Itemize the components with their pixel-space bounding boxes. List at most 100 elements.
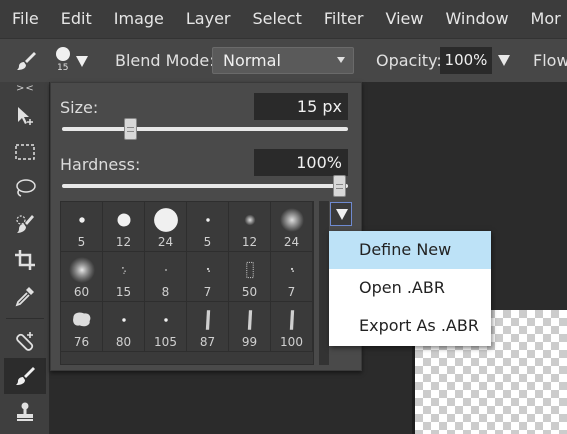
- menu-item-define-new[interactable]: Define New: [329, 231, 491, 269]
- bandage-icon: [16, 332, 34, 351]
- healing-tool[interactable]: [4, 324, 46, 360]
- toolbar-divider: [6, 318, 44, 319]
- menu-item-export-abr[interactable]: Export As .ABR: [329, 307, 491, 345]
- menu-select[interactable]: Select: [241, 0, 312, 38]
- brush-presets-grid: 5 12 24 5 12 24 60 15 8 7 50 7 76 80 105 87 99 100: [60, 201, 314, 365]
- eyedropper-tool[interactable]: [4, 278, 46, 314]
- brush-size-label: 8: [161, 285, 170, 299]
- brush-preset[interactable]: 5: [187, 202, 229, 252]
- brush-tool[interactable]: [4, 358, 46, 394]
- lasso-tool[interactable]: [4, 170, 46, 206]
- hardness-slider-track[interactable]: [62, 184, 348, 188]
- brush-preset[interactable]: 12: [229, 202, 271, 252]
- eyedropper-icon: [15, 287, 34, 307]
- brush-preset[interactable]: 15: [103, 252, 145, 302]
- brush-size-label: 5: [203, 235, 212, 249]
- size-input[interactable]: 15 px: [254, 93, 348, 120]
- menu-image[interactable]: Image: [103, 0, 175, 38]
- brush-preset[interactable]: 7: [187, 252, 229, 302]
- brush-size-label: 50: [241, 285, 258, 299]
- menu-edit[interactable]: Edit: [50, 0, 103, 38]
- hardness-slider-thumb[interactable]: [333, 175, 346, 197]
- blend-mode-label: Blend Mode:: [115, 51, 215, 70]
- lasso-icon: [16, 179, 36, 197]
- brush-size-label: 60: [73, 285, 90, 299]
- brush-size-label: 12: [241, 235, 258, 249]
- brush-preset[interactable]: 87: [187, 302, 229, 352]
- menu-layer[interactable]: Layer: [175, 0, 242, 38]
- menu-filter[interactable]: Filter: [313, 0, 375, 38]
- opacity-dropdown-icon[interactable]: [498, 55, 510, 66]
- brush-tip-icon: [153, 207, 179, 237]
- marquee-tool[interactable]: [4, 134, 46, 170]
- quick-select-tool[interactable]: [4, 206, 46, 242]
- hardness-label: Hardness:: [60, 155, 141, 174]
- brush-menu-button[interactable]: [330, 202, 352, 226]
- brush-size-label: 24: [283, 235, 300, 249]
- crop-icon: [15, 250, 35, 270]
- brush-settings-panel: Size: 15 px Hardness: 100% 5 12 24 5 12 24 60 1…: [50, 82, 362, 371]
- chevron-down-icon: [337, 57, 345, 63]
- brush-tip-icon: [195, 257, 221, 287]
- menu-item-open-abr[interactable]: Open .ABR: [329, 269, 491, 307]
- brush-preset-picker[interactable]: 15: [54, 47, 90, 77]
- brush-tip-icon: [279, 207, 305, 237]
- stamp-icon: [17, 402, 33, 421]
- stamp-tool[interactable]: [4, 394, 46, 430]
- brush-grid-scrollbar[interactable]: [319, 201, 329, 365]
- opacity-label: Opacity:: [376, 51, 442, 70]
- brush-preset[interactable]: 50: [229, 252, 271, 302]
- move-icon: [18, 107, 33, 125]
- brush-tip-icon: [111, 307, 137, 337]
- options-bar: 15 Blend Mode: Normal Opacity: 100% Flow: [0, 38, 567, 82]
- brush-tip-icon: [279, 307, 305, 337]
- brush-preset[interactable]: 12: [103, 202, 145, 252]
- menu-view[interactable]: View: [374, 0, 434, 38]
- marquee-icon: [15, 144, 35, 160]
- move-tool[interactable]: [4, 98, 46, 134]
- brush-tip-icon: [153, 257, 179, 287]
- brush-size-label: 12: [115, 235, 132, 249]
- brush-preset[interactable]: 7: [271, 252, 313, 302]
- brush-size-label: 15: [115, 285, 132, 299]
- menu-more[interactable]: Mor: [520, 0, 567, 38]
- brush-preset[interactable]: 8: [145, 252, 187, 302]
- brush-preset[interactable]: 80: [103, 302, 145, 352]
- brush-preset[interactable]: 5: [61, 202, 103, 252]
- brush-preset[interactable]: 24: [145, 202, 187, 252]
- size-label: Size:: [60, 98, 99, 117]
- brush-tip-icon: [69, 207, 95, 237]
- blend-mode-value: Normal: [223, 51, 281, 70]
- brush-preset[interactable]: 100: [271, 302, 313, 352]
- crop-tool[interactable]: [4, 242, 46, 278]
- hardness-input[interactable]: 100%: [254, 149, 348, 176]
- menu-file[interactable]: File: [0, 0, 50, 38]
- brush-size-label: 7: [287, 285, 296, 299]
- brush-tip-icon: [153, 307, 179, 337]
- brush-preset[interactable]: 105: [145, 302, 187, 352]
- brush-preset[interactable]: 60: [61, 252, 103, 302]
- collapse-toggle[interactable]: ><: [16, 83, 35, 94]
- size-slider-track[interactable]: [62, 127, 348, 131]
- brush-size-label: 7: [203, 285, 212, 299]
- opacity-input[interactable]: 100%: [440, 47, 492, 74]
- brush-tip-icon: [237, 207, 263, 237]
- brush-preset[interactable]: 24: [271, 202, 313, 252]
- blend-mode-select[interactable]: Normal: [212, 47, 354, 74]
- brush-preset[interactable]: 76: [61, 302, 103, 352]
- brush-preset[interactable]: 99: [229, 302, 271, 352]
- brush-tip-icon: [279, 257, 305, 287]
- brush-tip-icon: [237, 307, 263, 337]
- brush-tip-icon: [237, 257, 263, 287]
- brush-size-label: 100: [280, 335, 303, 349]
- brush-tip-icon: [195, 307, 221, 337]
- quick-select-icon: [16, 215, 34, 233]
- brush-icon: [17, 52, 36, 70]
- brush-size-label: 87: [199, 335, 216, 349]
- size-slider-thumb[interactable]: [124, 118, 138, 140]
- brush-preview-dot: [56, 47, 70, 61]
- menu-window[interactable]: Window: [434, 0, 519, 38]
- brush-tip-icon: [195, 207, 221, 237]
- tools-panel: ><: [0, 82, 50, 434]
- brush-preview-size: 15: [57, 63, 69, 73]
